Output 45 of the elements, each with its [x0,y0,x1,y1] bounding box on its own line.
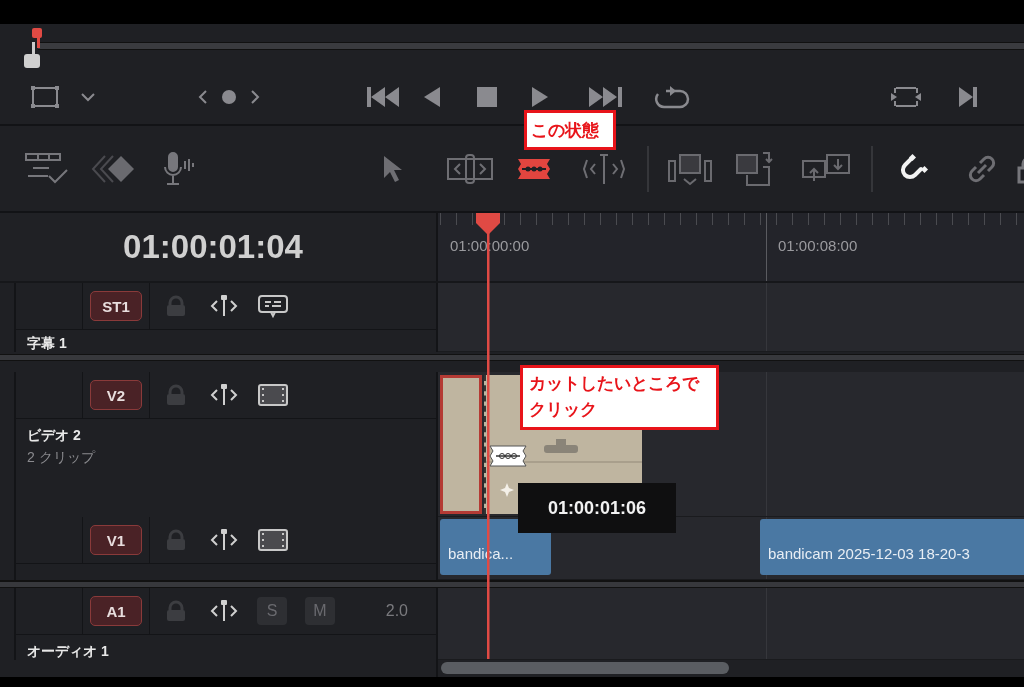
film-strip-icon[interactable] [257,383,289,407]
auto-select-icon[interactable] [209,599,239,623]
channel-format: 2.0 [385,602,408,620]
track-badge[interactable]: A1 [90,596,142,626]
overwrite-clip-icon[interactable] [735,150,775,187]
caption-icon[interactable] [257,294,289,318]
auto-select-icon[interactable] [209,294,239,318]
ruler-timecode: 01:00:08:00 [778,237,858,254]
match-frame-icon[interactable] [890,85,922,109]
viewer-frame-icon[interactable] [30,85,60,109]
track-badge[interactable]: V1 [90,525,142,555]
skip-to-end-icon[interactable] [588,86,624,108]
title-clip[interactable] [440,375,482,514]
microphone-icon[interactable] [161,150,197,187]
film-strip-icon[interactable] [257,528,289,552]
video-clip[interactable]: bandicam 2025-12-03 18-20-3 [760,519,1024,575]
auto-select-icon[interactable] [209,528,239,552]
stop-icon[interactable] [476,86,498,108]
track-name[interactable]: 字幕 1 [27,335,436,353]
track-badge[interactable]: ST1 [90,291,142,321]
dynamic-trim-tool-icon[interactable] [581,151,627,186]
timecode-display: 01:00:01:04 [123,228,303,266]
annotation-callout: カットしたいところでクリック [520,365,720,430]
play-reverse-icon[interactable] [422,86,442,108]
play-icon[interactable] [530,86,550,108]
skip-to-start-icon[interactable] [366,86,402,108]
trim-tool-icon[interactable] [446,152,494,185]
razor-cursor-icon [488,444,528,468]
chevron-down-icon[interactable] [80,92,96,102]
track-badge[interactable]: V2 [90,380,142,410]
track-name[interactable]: ビデオ 2 [27,427,436,445]
track-name[interactable]: オーディオ 1 [27,643,436,661]
stacked-diamonds-icon[interactable] [91,153,137,184]
link-icon[interactable] [967,153,997,184]
loop-icon[interactable] [654,85,690,109]
stand-icon [544,439,578,453]
clip-count: 2 クリップ [27,449,97,467]
select-tool-icon[interactable] [382,153,404,184]
auto-select-icon[interactable] [209,383,239,407]
timecode-tooltip: 01:00:01:06 [518,483,676,533]
annotation-callout: この状態 [524,110,616,151]
scrollbar-thumb[interactable] [441,662,729,674]
timeline-options-icon[interactable] [25,151,69,186]
keyframe-nav-icon[interactable] [196,87,262,107]
next-frame-icon[interactable] [957,86,979,108]
